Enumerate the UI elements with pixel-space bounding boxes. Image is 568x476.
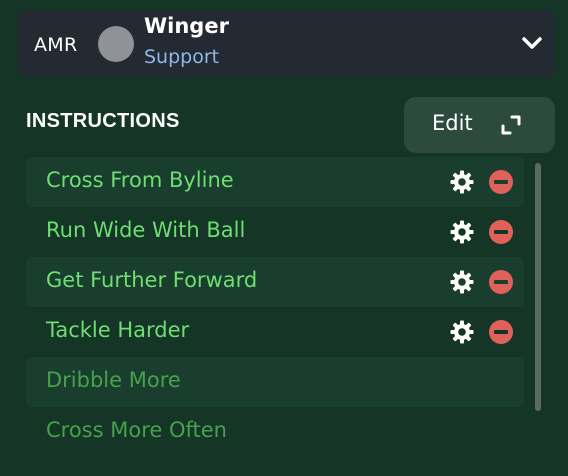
gear-icon[interactable] <box>449 319 475 345</box>
instructions-heading: INSTRUCTIONS <box>26 110 180 132</box>
chevron-down-icon[interactable] <box>521 34 543 52</box>
instruction-label: Run Wide With Ball <box>46 218 246 242</box>
role-name: Winger <box>144 14 229 38</box>
instruction-label: Get Further Forward <box>46 268 258 292</box>
player-avatar <box>98 26 134 62</box>
edit-button-label: Edit <box>432 111 473 135</box>
instruction-row[interactable]: Cross More Often <box>26 407 524 457</box>
instruction-label: Cross From Byline <box>46 168 234 192</box>
remove-icon[interactable] <box>488 169 514 195</box>
instruction-row[interactable]: Tackle Harder <box>26 307 524 357</box>
gear-icon[interactable] <box>449 169 475 195</box>
role-duty: Support <box>144 46 220 68</box>
instruction-label: Tackle Harder <box>46 318 190 342</box>
scrollbar[interactable] <box>535 163 541 411</box>
instruction-row[interactable]: Cross From Byline <box>26 157 524 207</box>
gear-icon[interactable] <box>449 269 475 295</box>
remove-icon[interactable] <box>488 319 514 345</box>
remove-icon[interactable] <box>488 269 514 295</box>
instruction-label: Cross More Often <box>46 418 227 442</box>
edit-button[interactable]: Edit <box>404 97 555 153</box>
remove-icon[interactable] <box>488 219 514 245</box>
gear-icon[interactable] <box>449 219 475 245</box>
instruction-row[interactable]: Run Wide With Ball <box>26 207 524 257</box>
instruction-list: Cross From Byline Run Wide With Ball Get… <box>26 157 524 457</box>
position-label: AMR <box>34 34 78 56</box>
instruction-row[interactable]: Get Further Forward <box>26 257 524 307</box>
expand-icon <box>501 115 521 135</box>
role-selector[interactable]: AMR Winger Support <box>18 10 555 77</box>
instruction-label: Dribble More <box>46 368 181 392</box>
instruction-row[interactable]: Dribble More <box>26 357 524 407</box>
